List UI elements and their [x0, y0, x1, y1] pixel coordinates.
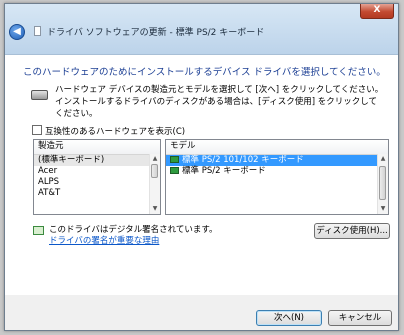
- document-icon: [34, 26, 41, 36]
- model-list[interactable]: モデル 標準 PS/2 101/102 キーボード 標準 PS/2 キーボード …: [165, 139, 389, 215]
- manufacturer-item[interactable]: Acer: [34, 166, 160, 177]
- signing-importance-link[interactable]: ドライバの署名が重要な理由: [49, 234, 159, 246]
- manufacturer-item[interactable]: AT&T: [34, 188, 160, 199]
- manufacturer-scrollbar[interactable]: ▲ ▼: [149, 154, 160, 214]
- checkbox-box[interactable]: [32, 125, 42, 135]
- back-arrow-icon: ◀: [13, 26, 21, 37]
- page-heading: このハードウェアのためにインストールするデバイス ドライバを選択してください。: [23, 67, 386, 78]
- scroll-down-icon[interactable]: ▼: [150, 204, 160, 214]
- cancel-button[interactable]: キャンセル: [328, 310, 392, 326]
- content-area: このハードウェアのためにインストールするデバイス ドライバを選択してください。 …: [5, 55, 398, 295]
- window-title: ドライバ ソフトウェアの更新 - 標準 PS/2 キーボード: [47, 28, 265, 38]
- manufacturer-item[interactable]: (標準キーボード): [34, 155, 160, 166]
- back-button[interactable]: ◀: [9, 24, 25, 40]
- scroll-up-icon[interactable]: ▲: [150, 154, 160, 164]
- certificate-icon: [33, 226, 44, 235]
- compatible-hardware-label: 互換性のあるハードウェアを表示(C): [45, 127, 186, 137]
- title-bar: ◀ ドライバ ソフトウェアの更新 - 標準 PS/2 キーボード X: [5, 4, 398, 55]
- signed-driver-icon: [170, 156, 179, 163]
- compatible-hardware-checkbox[interactable]: 互換性のあるハードウェアを表示(C): [32, 125, 185, 137]
- driver-update-window: ◀ ドライバ ソフトウェアの更新 - 標準 PS/2 キーボード X このハード…: [4, 3, 399, 331]
- close-button[interactable]: X: [360, 4, 394, 19]
- model-item[interactable]: 標準 PS/2 キーボード: [166, 166, 388, 177]
- model-item-label: 標準 PS/2 101/102 キーボード: [182, 155, 304, 165]
- instructions-text: ハードウェア デバイスの製造元とモデルを選択して [次へ] をクリックしてくださ…: [55, 85, 384, 119]
- model-header: モデル: [166, 140, 388, 155]
- have-disk-button[interactable]: ディスク使用(H)...: [314, 223, 390, 239]
- signed-driver-icon: [170, 167, 179, 174]
- model-scrollbar[interactable]: ▲ ▼: [377, 154, 388, 214]
- manufacturer-header: 製造元: [34, 140, 160, 155]
- manufacturer-item[interactable]: ALPS: [34, 177, 160, 188]
- manufacturer-list[interactable]: 製造元 (標準キーボード) Acer ALPS AT&T ▲ ▼: [33, 139, 161, 215]
- next-button[interactable]: 次へ(N): [256, 310, 322, 326]
- model-item-label: 標準 PS/2 キーボード: [182, 166, 266, 176]
- scroll-down-icon[interactable]: ▼: [378, 204, 388, 214]
- model-item[interactable]: 標準 PS/2 101/102 キーボード: [166, 155, 388, 166]
- keyboard-icon: [31, 90, 48, 100]
- scroll-up-icon[interactable]: ▲: [378, 154, 388, 164]
- scroll-thumb[interactable]: [151, 164, 158, 178]
- scroll-thumb[interactable]: [379, 166, 386, 200]
